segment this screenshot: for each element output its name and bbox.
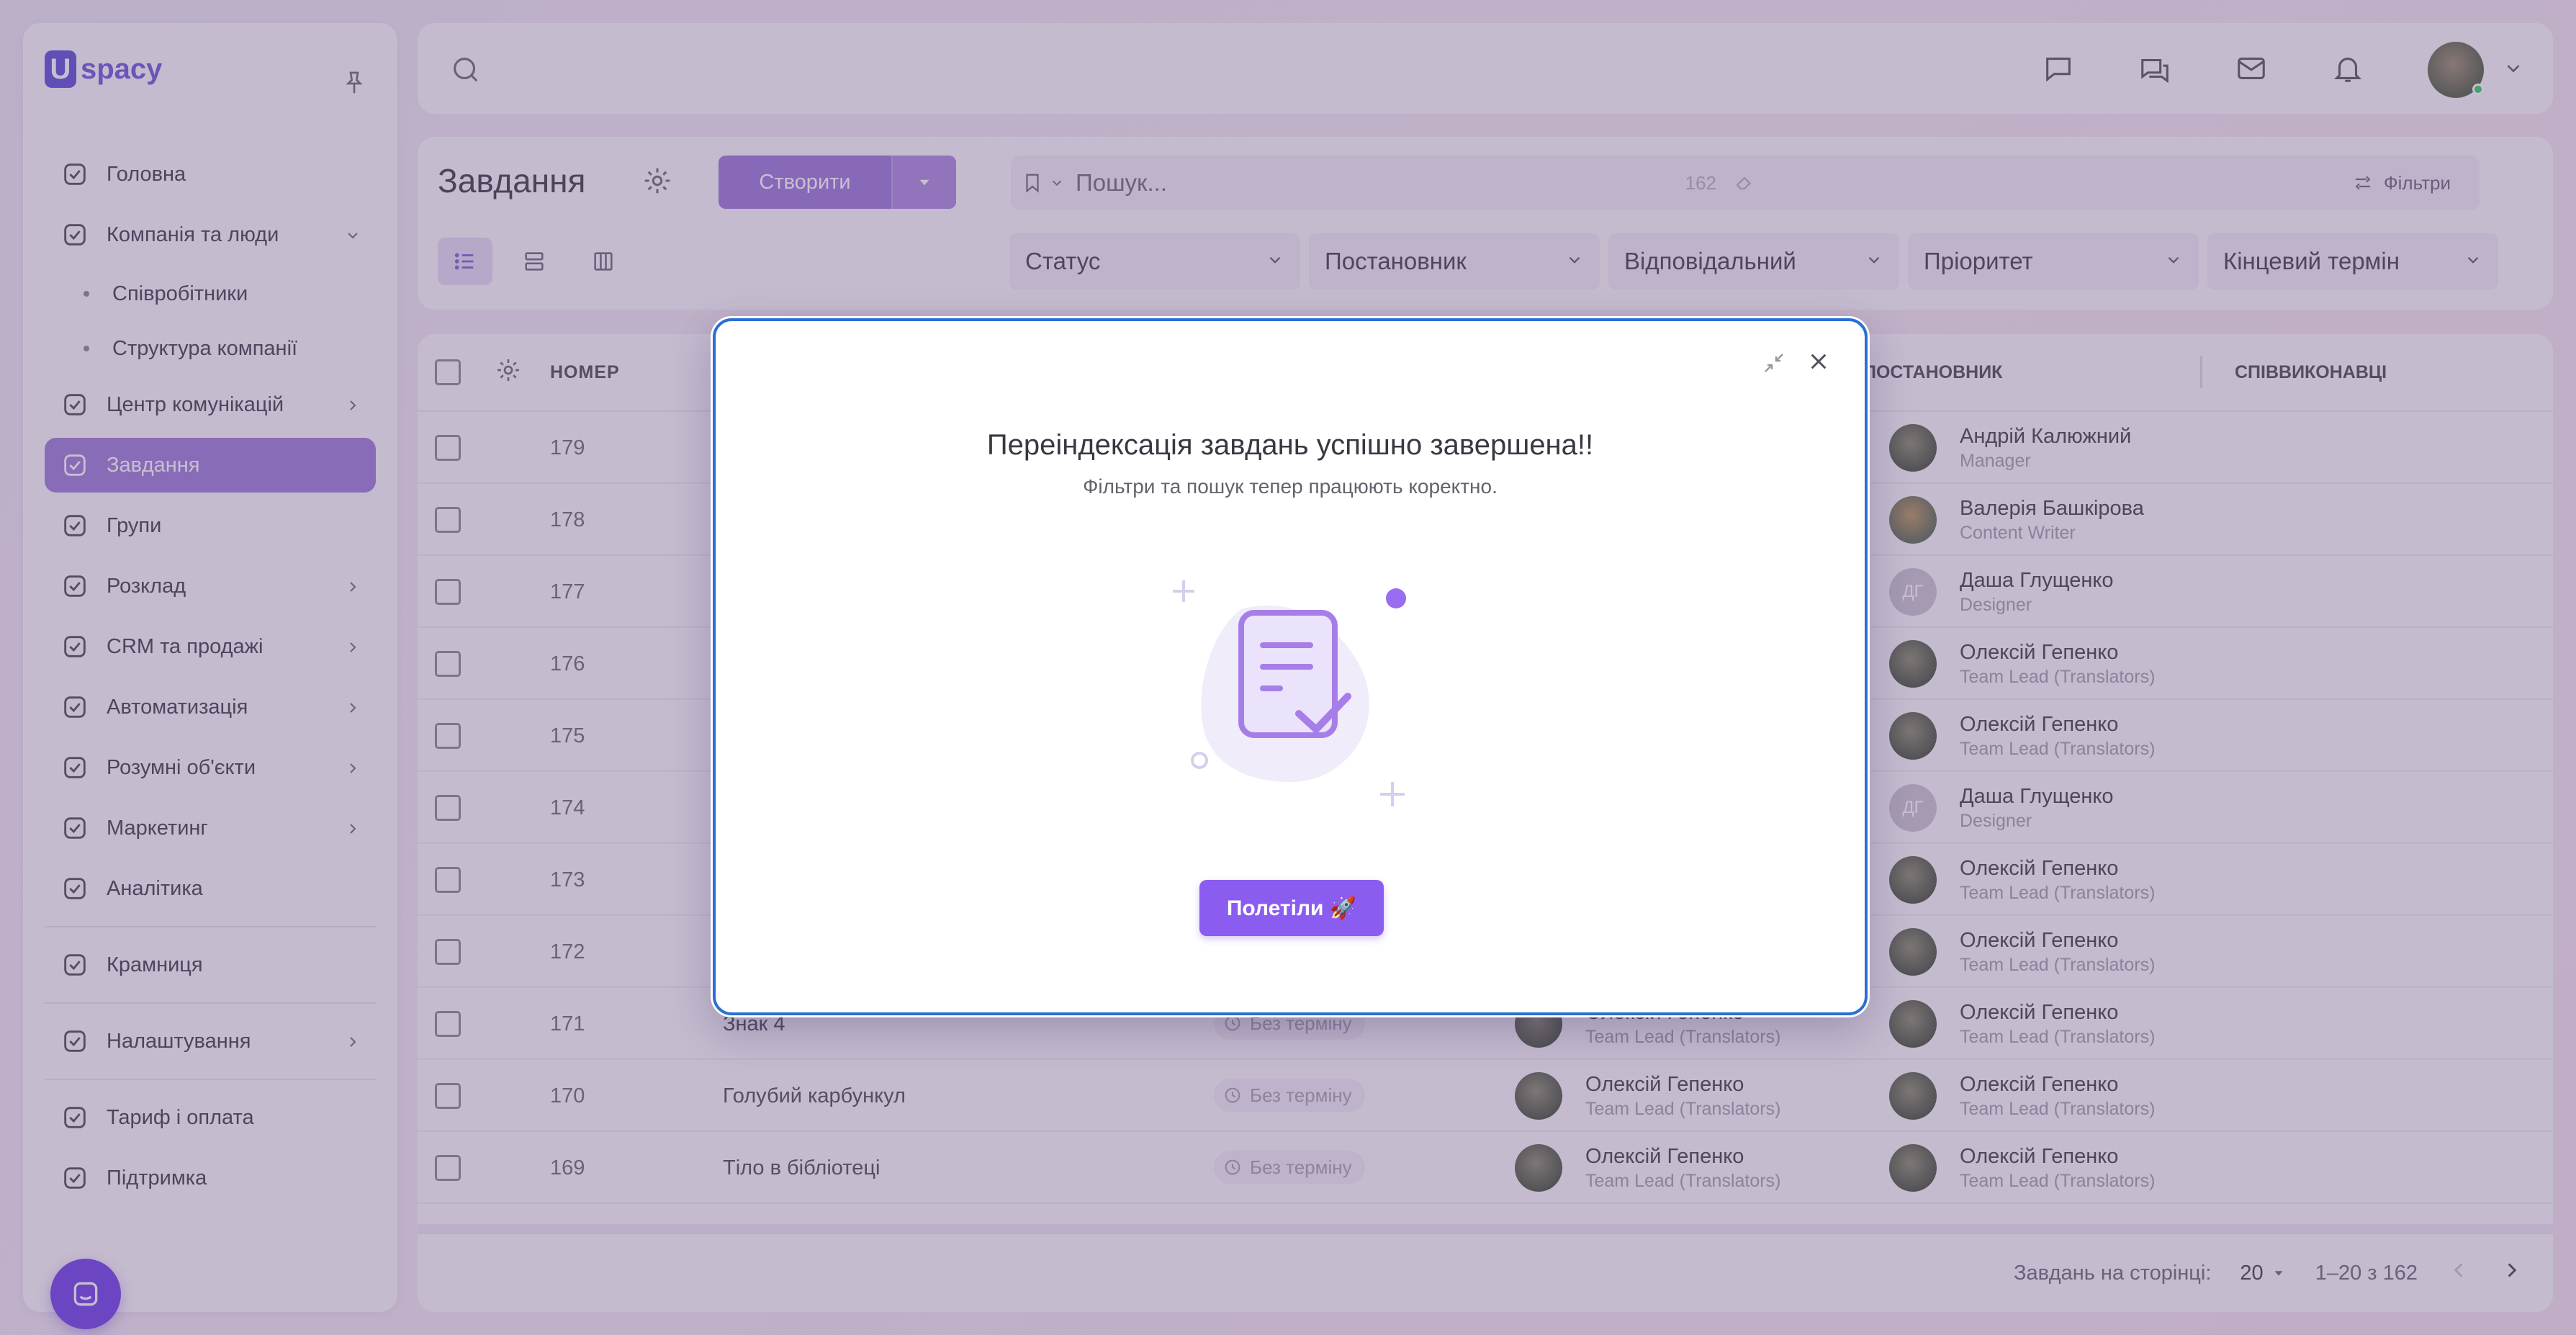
modal-title: Переіндексація завдань успішно завершена… bbox=[986, 429, 1594, 461]
reindex-success-modal: Переіндексація завдань успішно завершена… bbox=[713, 318, 1868, 1015]
minimize-icon[interactable] bbox=[1760, 349, 1788, 377]
confirm-button[interactable]: Полетіли 🚀 bbox=[1199, 880, 1384, 936]
document-check-illustration bbox=[1162, 566, 1421, 829]
close-icon[interactable] bbox=[1804, 347, 1833, 376]
modal-subtitle: Фільтри та пошук тепер працюють коректно… bbox=[1083, 475, 1498, 498]
